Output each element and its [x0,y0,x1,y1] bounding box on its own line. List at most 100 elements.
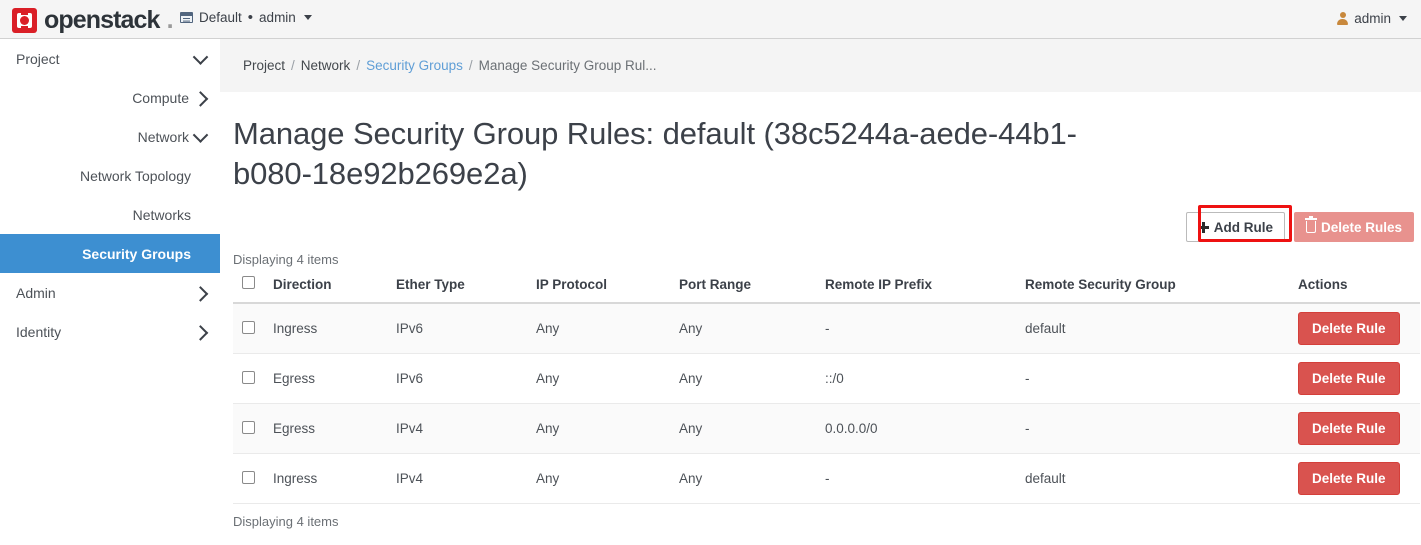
sidebar-item-admin[interactable]: Admin [0,273,220,312]
row-checkbox[interactable] [242,320,255,334]
select-all-checkbox[interactable] [242,276,255,289]
delete-rule-button[interactable]: Delete Rule [1298,312,1400,345]
header-ether-type: Ether Type [396,276,536,304]
breadcrumb-item-project: Project [243,58,286,73]
row-checkbox[interactable] [242,420,255,434]
breadcrumb-item-security-groups[interactable]: Security Groups [366,58,463,73]
sidebar-item-label: Security Groups [82,245,191,262]
user-menu-label: admin [1354,11,1391,26]
cell-port-range: Any [679,403,825,454]
delete-rules-button[interactable]: Delete Rules [1293,212,1414,242]
item-count-top: Displaying 4 items [233,252,339,267]
context-separator: • [247,8,254,26]
breadcrumb-separator: / [291,58,295,73]
sidebar-item-network[interactable]: Network [0,117,220,156]
cell-actions: Delete Rule [1298,453,1420,504]
cell-ip-protocol: Any [536,403,679,454]
row-select-cell [233,353,273,404]
window-icon [180,12,193,23]
row-checkbox[interactable] [242,470,255,484]
sidebar-item-label: Networks [132,206,191,223]
chevron-right-icon [192,325,209,341]
sidebar-item-label: Network [137,128,189,145]
cell-remote-security-group: default [1025,303,1298,354]
breadcrumb-bar: Project / Network / Security Groups / Ma… [220,39,1421,92]
sidebar-item-label: Project [16,50,60,67]
delete-rule-button[interactable]: Delete Rule [1298,362,1400,395]
action-toolbar: Add Rule Delete Rules [220,205,1421,252]
cell-direction: Egress [273,403,396,454]
chevron-down-icon [1399,16,1407,21]
breadcrumb: Project / Network / Security Groups / Ma… [243,58,656,73]
breadcrumb-item-current: Manage Security Group Rul... [478,58,657,73]
row-select-cell [233,303,273,354]
sidebar-item-label: Admin [16,284,56,301]
sidebar-item-compute[interactable]: Compute [0,78,220,117]
breadcrumb-item-network: Network [300,58,351,73]
cell-remote-ip-prefix: 0.0.0.0/0 [825,403,1025,454]
sidebar-item-identity[interactable]: Identity [0,312,220,351]
cell-direction: Ingress [273,453,396,504]
context-domain-label: Default [199,10,242,25]
sidebar-item-label: Compute [132,89,189,106]
header-direction: Direction [273,276,396,304]
header-port-range: Port Range [679,276,825,304]
table-header-row: Direction Ether Type IP Protocol Port Ra… [233,276,1420,304]
header-remote-ip-prefix: Remote IP Prefix [825,276,1025,304]
sidebar-item-networks[interactable]: Networks [0,195,220,234]
table-row[interactable]: Ingress IPv4 Any Any - default Delete Ru… [233,453,1420,504]
brand-dot: . [166,6,174,34]
chevron-down-icon [192,127,209,143]
row-select-cell [233,403,273,454]
openstack-logo[interactable]: openstack . [12,6,174,35]
header-remote-security-group: Remote Security Group [1025,276,1298,304]
cell-port-range: Any [679,353,825,404]
header-actions: Actions [1298,276,1420,304]
add-rule-label: Add Rule [1213,219,1273,235]
sidebar-item-label: Identity [16,323,62,340]
sidebar-item-project[interactable]: Project [0,39,220,78]
top-navbar: openstack . Default • admin admin [0,0,1421,39]
cell-port-range: Any [679,303,825,354]
cell-ether-type: IPv6 [396,303,536,354]
dashboard-page: openstack . Default • admin admin Projec… [0,0,1421,545]
openstack-mark-icon [12,8,37,33]
header-ip-protocol: IP Protocol [536,276,679,304]
cell-remote-ip-prefix: - [825,303,1025,354]
sidebar-item-network-topology[interactable]: Network Topology [0,156,220,195]
context-switcher[interactable]: Default • admin [180,10,312,25]
delete-rules-label: Delete Rules [1320,219,1402,235]
cell-ether-type: IPv4 [396,403,536,454]
sidebar-item-label: Network Topology [79,167,191,184]
brand-name: openstack [44,6,160,34]
row-checkbox[interactable] [242,370,255,384]
cell-ip-protocol: Any [536,453,679,504]
table-row[interactable]: Ingress IPv6 Any Any - default Delete Ru… [233,303,1420,354]
security-group-rules-table: Direction Ether Type IP Protocol Port Ra… [233,276,1420,504]
page-title: Manage Security Group Rules: default (38… [233,116,1077,191]
cell-remote-security-group: default [1025,453,1298,504]
cell-ip-protocol: Any [536,353,679,404]
cell-ether-type: IPv4 [396,453,536,504]
table-row[interactable]: Egress IPv4 Any Any 0.0.0.0/0 - Delete R… [233,403,1420,454]
sidebar-item-security-groups[interactable]: Security Groups [0,234,220,273]
cell-remote-ip-prefix: ::/0 [825,353,1025,404]
user-menu[interactable]: admin [1337,11,1407,26]
add-rule-button[interactable]: Add Rule [1185,212,1285,242]
cell-direction: Egress [273,353,396,404]
sidebar: Project Compute Network Network Topology… [0,39,220,545]
cell-actions: Delete Rule [1298,303,1420,354]
user-icon [1337,12,1349,25]
chevron-down-icon [192,49,209,65]
cell-remote-ip-prefix: - [825,453,1025,504]
cell-port-range: Any [679,453,825,504]
breadcrumb-separator: / [468,58,473,73]
cell-remote-security-group: - [1025,353,1298,404]
cell-actions: Delete Rule [1298,403,1420,454]
table-row[interactable]: Egress IPv6 Any Any ::/0 - Delete Rule [233,353,1420,404]
delete-rule-button[interactable]: Delete Rule [1298,412,1400,445]
delete-rule-button[interactable]: Delete Rule [1298,462,1400,495]
chevron-right-icon [192,91,209,107]
context-project-label: admin [259,10,296,25]
cell-direction: Ingress [273,303,396,354]
